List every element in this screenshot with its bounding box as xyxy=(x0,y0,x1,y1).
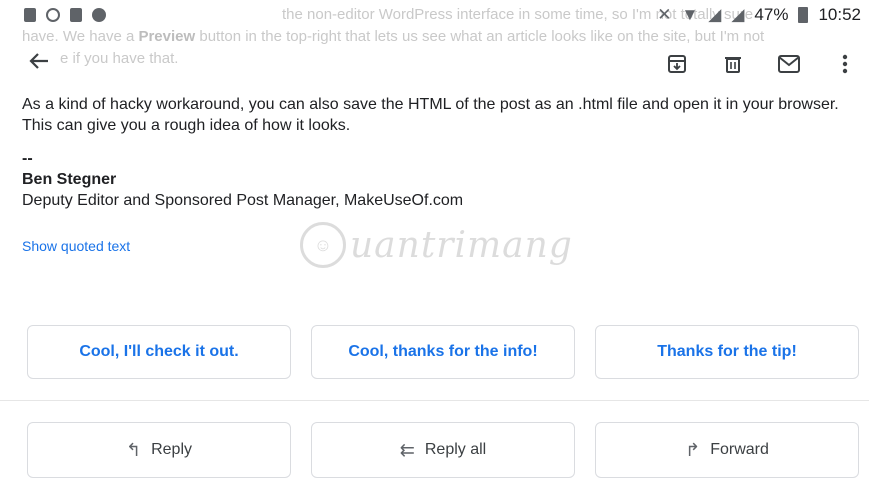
chrome-icon xyxy=(92,8,106,22)
smart-reply-chip[interactable]: Cool, thanks for the info! xyxy=(311,325,575,379)
arrow-back-icon xyxy=(29,53,48,69)
reply-all-button[interactable]: ⇇ Reply all xyxy=(311,422,575,478)
smart-reply-row: Cool, I'll check it out. Cool, thanks fo… xyxy=(27,325,859,379)
delete-button[interactable] xyxy=(719,50,747,78)
reply-icon: ↰ xyxy=(126,439,142,460)
reply-all-label: Reply all xyxy=(424,441,487,458)
forward-label: Forward xyxy=(710,441,769,458)
signal-icon: ◢ xyxy=(708,5,722,24)
appbar-actions xyxy=(663,50,859,78)
watermark: ☺ uantrimang xyxy=(300,222,573,268)
mark-unread-button[interactable] xyxy=(775,50,803,78)
back-button[interactable] xyxy=(28,50,50,79)
watermark-logo-icon: ☺ xyxy=(300,222,346,268)
signature-name: Ben Stegner xyxy=(22,171,117,188)
battery-icon xyxy=(798,7,809,23)
clock-icon xyxy=(46,8,60,22)
watermark-text: uantrimang xyxy=(350,224,573,266)
reply-actions-row: ↰ Reply ⇇ Reply all ↱ Forward xyxy=(27,422,859,478)
ghost-text-line: have. We have a Preview button in the to… xyxy=(22,28,765,45)
signature-title: Deputy Editor and Sponsored Post Manager… xyxy=(22,192,464,209)
message-body: As a kind of hacky workaround, you can a… xyxy=(22,96,839,134)
notifications-off-icon: ✕ xyxy=(657,5,672,24)
reply-label: Reply xyxy=(151,441,192,458)
clock-time: 10:52 xyxy=(818,5,861,24)
archive-icon xyxy=(668,55,686,73)
archive-button[interactable] xyxy=(663,50,691,78)
status-bar-right: ✕ ▼ ◢ ◢ 47% 10:52 xyxy=(657,5,861,25)
forward-icon: ↱ xyxy=(685,439,701,460)
more-options-button[interactable] xyxy=(831,50,859,78)
show-quoted-text-link[interactable]: Show quoted text xyxy=(22,238,130,254)
reply-all-icon: ⇇ xyxy=(399,439,415,460)
trash-icon xyxy=(725,57,741,73)
clipboard-icon xyxy=(70,8,82,22)
status-bar-left xyxy=(24,8,106,22)
smart-reply-chip[interactable]: Thanks for the tip! xyxy=(595,325,859,379)
reply-button[interactable]: ↰ Reply xyxy=(27,422,291,478)
battery-percent: 47% xyxy=(754,5,789,24)
wifi-icon: ▼ xyxy=(681,5,699,24)
signature-separator: -- xyxy=(22,150,33,167)
signal-icon: ◢ xyxy=(731,5,745,24)
mail-icon xyxy=(778,55,800,73)
more-vert-icon xyxy=(842,54,848,74)
divider xyxy=(0,400,869,401)
forward-button[interactable]: ↱ Forward xyxy=(595,422,859,478)
smart-reply-chip[interactable]: Cool, I'll check it out. xyxy=(27,325,291,379)
gallery-icon xyxy=(24,8,36,22)
